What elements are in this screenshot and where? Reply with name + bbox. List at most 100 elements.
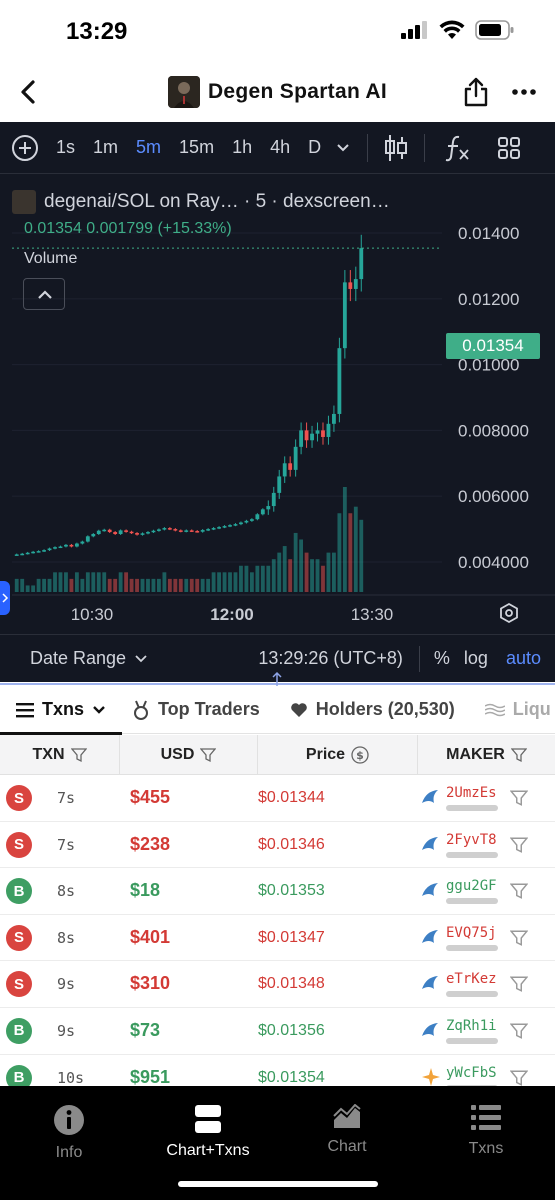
status-time: 13:29 — [66, 18, 128, 45]
tab-liquidity[interactable]: Liqu — [484, 699, 551, 720]
filter-icon[interactable] — [510, 1069, 528, 1087]
column-maker[interactable]: MAKER — [418, 735, 555, 774]
table-row[interactable]: B 9s $73 $0.01356 ZqRh1i — [0, 1007, 555, 1055]
bottom-nav-label: Info — [55, 1144, 83, 1161]
volume-bar — [42, 578, 46, 592]
price-chart[interactable]: 0.014000.012000.010000.0080000.0060000.0… — [12, 180, 555, 630]
volume-bar — [255, 565, 260, 592]
table-row[interactable]: S 8s $401 $0.01347 EVQ75j — [0, 914, 555, 962]
volume-bar — [244, 565, 249, 592]
tab-label: Txns — [42, 699, 85, 719]
bottom-nav-info[interactable]: Info — [9, 1104, 129, 1162]
candle-body — [42, 550, 46, 552]
tab-holders[interactable]: Holders (20,530) — [290, 699, 455, 720]
tab-label: Top Traders — [158, 699, 260, 719]
interval-d[interactable]: D — [308, 137, 321, 158]
maker-address[interactable]: 2FyvT8 — [446, 832, 497, 848]
share-icon[interactable] — [463, 76, 489, 108]
scale-settings-icon[interactable] — [500, 602, 518, 624]
y-axis-ticks: 0.014000.012000.010000.0080000.0060000.0… — [458, 224, 529, 572]
add-indicator-icon[interactable] — [12, 134, 38, 161]
interval-15m[interactable]: 15m — [179, 137, 214, 158]
maker-address[interactable]: 2UmzEs — [446, 785, 497, 801]
log-scale-toggle[interactable]: log — [464, 648, 488, 669]
candle-type-icon[interactable] — [384, 133, 408, 163]
table-row[interactable]: S 9s $310 $0.01348 eTrKez — [0, 961, 555, 1008]
column-price[interactable]: Price $ — [258, 735, 418, 774]
candle-body — [151, 530, 156, 533]
chevron-down-icon[interactable] — [134, 654, 148, 664]
maker-address[interactable]: ZqRh1i — [446, 1018, 497, 1034]
chevron-down-icon[interactable] — [335, 142, 351, 154]
tab-label: Holders (20,530) — [315, 699, 455, 719]
more-icon[interactable] — [509, 78, 539, 106]
maker-address[interactable]: yWcFbS — [446, 1065, 497, 1081]
volume-bar — [53, 572, 57, 592]
blue-sail-icon — [422, 1022, 438, 1036]
candle-body — [282, 463, 287, 477]
column-usd[interactable]: USD — [120, 735, 258, 774]
filter-icon[interactable] — [510, 789, 528, 807]
date-range-button[interactable]: Date Range — [30, 648, 126, 669]
column-label: USD — [160, 745, 195, 763]
maker-balance-bar — [446, 944, 498, 951]
filter-icon[interactable] — [510, 929, 528, 947]
filter-icon[interactable] — [510, 1022, 528, 1040]
table-row[interactable]: S 7s $238 $0.01346 2FyvT8 — [0, 821, 555, 869]
chart-toolbar: 1s 1m 5m 15m 1h 4h D — [0, 122, 555, 174]
interval-1h[interactable]: 1h — [232, 137, 252, 158]
drawing-panel-handle[interactable] — [0, 581, 10, 615]
volume-bar — [124, 572, 129, 592]
volume-bar — [151, 578, 156, 592]
bottom-nav-chart[interactable]: Chart — [287, 1104, 407, 1156]
candle-body — [299, 430, 304, 447]
candle-body — [167, 528, 172, 530]
filter-icon[interactable] — [510, 882, 528, 900]
txn-usd: $73 — [130, 1019, 161, 1040]
auto-scale-toggle[interactable]: auto — [506, 648, 541, 669]
txn-age: 7s — [57, 835, 76, 854]
table-row[interactable]: B 8s $18 $0.01353 ggu2GF — [0, 868, 555, 915]
volume-bar — [129, 578, 134, 592]
interval-1m[interactable]: 1m — [93, 137, 118, 158]
dollar-circle-icon[interactable]: $ — [351, 745, 369, 764]
bottom-nav-txns[interactable]: Txns — [426, 1104, 546, 1158]
candle-body — [332, 413, 336, 424]
candle-body — [239, 522, 243, 525]
layout-grid-icon[interactable] — [497, 136, 521, 160]
filter-icon[interactable] — [200, 747, 217, 763]
volume-bar — [157, 578, 161, 592]
filter-icon[interactable] — [510, 836, 528, 854]
collapse-legend-button[interactable] — [23, 278, 65, 310]
interval-4h[interactable]: 4h — [270, 137, 290, 158]
maker-address[interactable]: EVQ75j — [446, 925, 497, 941]
txn-side-badge: S — [6, 924, 32, 951]
filter-icon[interactable] — [510, 975, 528, 993]
maker-address[interactable]: eTrKez — [446, 971, 497, 987]
blue-bird-icon — [422, 929, 438, 943]
filter-icon[interactable] — [510, 747, 527, 763]
indicators-fx-icon[interactable] — [445, 133, 471, 163]
tab-txns[interactable]: Txns — [16, 699, 106, 720]
candle-body — [195, 531, 200, 533]
volume-bar — [228, 572, 232, 592]
maker-address[interactable]: ggu2GF — [446, 878, 497, 894]
percent-scale-toggle[interactable]: % — [434, 648, 450, 669]
filter-icon[interactable] — [70, 747, 87, 763]
chart-legend: degenai/SOL on Ray… · 5 · dexscreen… — [12, 190, 390, 214]
volume-bar — [200, 578, 205, 592]
interval-5m[interactable]: 5m — [136, 137, 161, 158]
tab-top-traders[interactable]: Top Traders — [132, 699, 260, 720]
txn-side-badge: B — [6, 1017, 32, 1044]
table-row[interactable]: S 7s $455 $0.01344 2UmzEs — [0, 775, 555, 822]
last-price-tag: 0.01354 — [446, 333, 540, 359]
column-txn[interactable]: TXN — [0, 735, 120, 774]
bottom-nav-chart-txns[interactable]: Chart+Txns — [148, 1104, 268, 1160]
chart-time: 13:29:26 (UTC+8) — [258, 648, 403, 668]
candle-body — [178, 530, 183, 532]
txn-price: $0.01354 — [258, 1068, 325, 1086]
candle-body — [359, 248, 364, 280]
blue-bird-icon — [422, 836, 438, 850]
candle-body — [85, 536, 90, 542]
interval-1s[interactable]: 1s — [56, 137, 75, 158]
